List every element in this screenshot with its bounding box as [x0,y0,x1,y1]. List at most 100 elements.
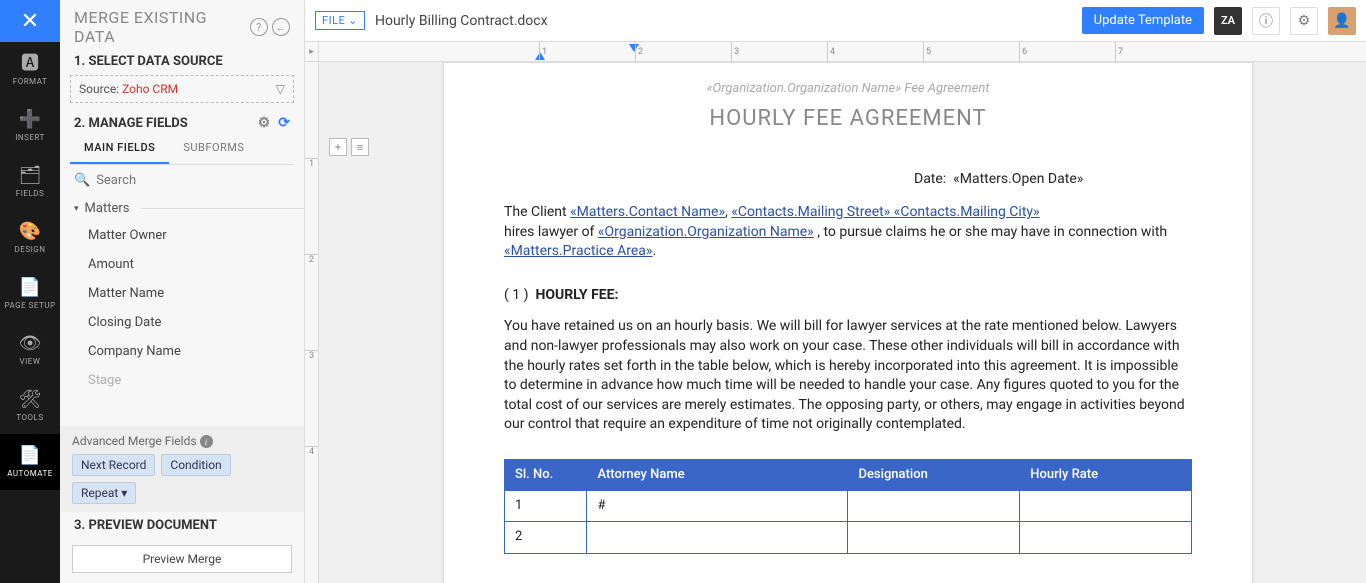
preview-merge-button[interactable]: Preview Merge [72,545,292,573]
field-item[interactable]: Closing Date [74,308,304,337]
client-paragraph: The Client «Matters.Contact Name», «Cont… [504,203,1192,262]
table-cell[interactable] [587,522,848,553]
vnav-label: DESIGN [15,245,46,254]
table-cell[interactable] [1020,522,1192,553]
advanced-merge-box: Advanced Merge Fields i Next RecordCondi… [60,426,304,513]
table-header: Sl. No. [505,459,587,490]
search-icon: 🔍 [74,173,90,188]
vnav-label: TOOLS [16,413,43,422]
ruler-tick: 4 [827,42,835,61]
ruler-corner: ▸ [305,42,319,61]
info-icon[interactable]: i [200,435,213,448]
info-icon-button[interactable]: ⓘ [1252,7,1280,35]
back-icon[interactable]: ← [272,18,290,36]
vnav-tools[interactable]: 🛠 TOOLS [0,378,60,434]
vnav-icon: 📄 [19,447,41,465]
document-name[interactable]: Hourly Billing Contract.docx [375,13,548,29]
help-icon[interactable]: ? [250,18,268,36]
vnav-format[interactable]: 🅰 FORMAT [0,42,60,98]
update-template-button[interactable]: Update Template [1082,7,1204,34]
vnav-view[interactable]: 👁 VIEW [0,322,60,378]
field-item[interactable]: Matter Name [74,279,304,308]
refresh-icon[interactable]: ⟳ [278,115,290,131]
vnav-label: VIEW [20,357,41,366]
vnav-insert[interactable]: ➕ INSERT [0,98,60,154]
merge-field-contact-name: «Matters.Contact Name» [570,204,725,220]
user-avatar[interactable]: 👤 [1328,7,1356,35]
vruler-tick: 1 [305,158,318,169]
close-app-button[interactable]: ✕ [0,0,60,42]
doc-title: HOURLY FEE AGREEMENT [504,106,1192,131]
table-header: Designation [848,459,1020,490]
merge-field-practice-area: «Matters.Practice Area» [504,243,652,259]
vnav-label: INSERT [15,133,45,142]
ruler-tick: 6 [1019,42,1027,61]
insert-list-icon[interactable]: ≡ [351,138,369,156]
vertical-ruler[interactable]: 1234 [305,62,319,583]
horizontal-ruler[interactable]: ▸ 1234567 [305,42,1366,62]
rates-table: Sl. No.Attorney NameDesignationHourly Ra… [504,459,1192,554]
merge-field-mailing: «Contacts.Mailing Street» «Contacts.Mail… [731,204,1039,220]
vnav-icon: 🅰 [21,55,39,73]
table-header: Attorney Name [587,459,848,490]
vnav-label: AUTOMATE [7,469,53,478]
section-title: HOURLY FEE: [535,287,618,303]
field-list: ▾ Matters Matter OwnerAmountMatter NameC… [74,196,304,426]
section-body: You have retained us on an hourly basis.… [504,317,1192,435]
file-menu-button[interactable]: FILE ⌄ [315,11,365,30]
tab-subforms[interactable]: SUBFORMS [169,133,258,164]
vnav-page-setup[interactable]: 📄PAGE SETUP [0,266,60,322]
theme-badge[interactable]: ZA [1214,7,1242,35]
vnav-label: FORMAT [13,77,47,86]
document-page[interactable]: «Organization.Organization Name» Fee Agr… [443,62,1253,583]
table-cell[interactable] [848,491,1020,522]
settings-icon-button[interactable]: ⚙ [1290,7,1318,35]
table-cell[interactable] [1020,491,1192,522]
table-cell[interactable] [848,522,1020,553]
vnav-icon: 📄 [19,279,41,297]
vnav-icon: 🎨 [19,223,41,241]
step-1-header: 1. SELECT DATA SOURCE [60,48,304,73]
date-line: Date: «Matters.Open Date» [914,171,1192,187]
vnav-icon: ➕ [19,111,41,129]
ruler-tick: 3 [731,42,739,61]
vnav-fields[interactable]: 🗂FIELDS [0,154,60,210]
table-cell[interactable]: # [587,491,848,522]
merge-panel: MERGE EXISTINGDATA ? ← 1. SELECT DATA SO… [60,0,305,583]
merge-field-open-date: «Matters.Open Date» [953,171,1083,187]
left-toolbar: ✕ 🅰 FORMAT ➕ INSERT 🗂FIELDS 🎨 DESIGN 📄PAGE SETU… [0,0,60,583]
vnav-icon: 🗂 [19,167,42,185]
vnav-icon: 👁 [19,335,42,353]
step-2-header: 2. MANAGE FIELDS [74,116,188,131]
panel-title: MERGE EXISTINGDATA ? ← [60,0,304,48]
merge-field-org-name: «Organization.Organization Name» [598,224,814,240]
field-tabs: MAIN FIELDS SUBFORMS [70,133,294,165]
table-cell[interactable]: 1 [505,491,587,522]
chip-repeat[interactable]: Repeat ▾ [72,482,136,504]
vnav-automate[interactable]: 📄 AUTOMATE [0,434,60,490]
settings-gear-icon[interactable]: ⚙ [258,115,271,131]
section-number: ( 1 ) [504,287,528,303]
table-cell[interactable]: 2 [505,522,587,553]
vnav-design[interactable]: 🎨 DESIGN [0,210,60,266]
field-item[interactable]: Company Name [74,337,304,366]
vnav-icon: 🛠 [19,391,42,409]
chip-next[interactable]: Next Record [72,454,155,476]
table-row: 1# [505,491,1192,522]
ruler-tick: 7 [1115,42,1123,61]
insert-block-icon[interactable]: + [329,138,347,156]
tab-main-fields[interactable]: MAIN FIELDS [70,133,169,164]
field-item[interactable]: Stage [74,366,304,395]
field-item[interactable]: Amount [74,250,304,279]
field-search-input[interactable] [96,173,290,188]
top-bar: FILE ⌄ Hourly Billing Contract.docx Upda… [305,0,1366,42]
chevron-down-icon: ⌄ [348,14,358,27]
ruler-tick: 5 [923,42,931,61]
filter-icon[interactable]: ▽ [276,82,285,96]
field-group-matters[interactable]: ▾ Matters [74,196,304,221]
document-canvas[interactable]: + ≡ «Organization.Organization Name» Fee… [319,62,1366,583]
vruler-tick: 3 [305,350,318,361]
field-item[interactable]: Matter Owner [74,221,304,250]
data-source-box[interactable]: Source: Zoho CRM ▽ [70,75,294,103]
chip-condition[interactable]: Condition [161,454,230,476]
